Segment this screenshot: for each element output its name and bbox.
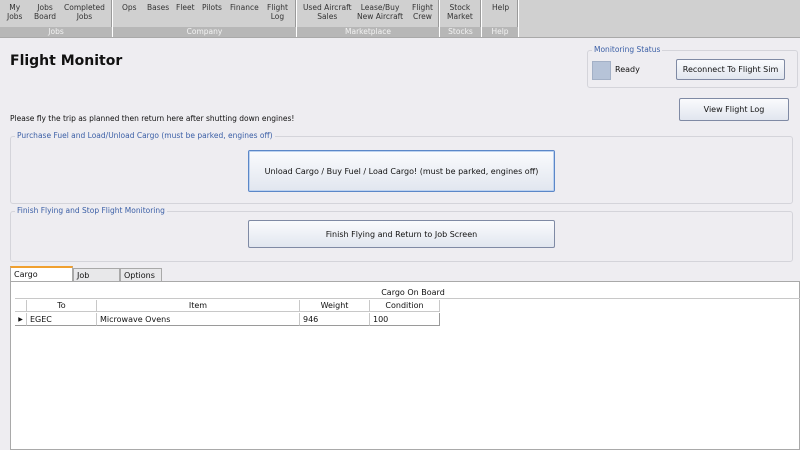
- fuel-cargo-group: Purchase Fuel and Load/Unload Cargo (mus…: [10, 131, 793, 204]
- completed-jobs-button[interactable]: Completed Jobs: [64, 3, 105, 21]
- finish-flying-legend: Finish Flying and Stop Flight Monitoring: [15, 206, 167, 215]
- finish-flying-group: Finish Flying and Stop Flight Monitoring…: [10, 206, 793, 262]
- status-indicator-icon: [592, 61, 611, 80]
- unload-buy-fuel-load-button[interactable]: Unload Cargo / Buy Fuel / Load Cargo! (m…: [248, 150, 555, 192]
- cell-to[interactable]: EGEC: [27, 313, 97, 326]
- tab-job-status[interactable]: Job Status: [73, 268, 120, 294]
- toolbar-group-marketplace: Used Aircraft Sales Lease/Buy New Aircra…: [297, 0, 440, 37]
- row-header-spacer: [15, 300, 27, 312]
- toolbar-group-caption: Company: [113, 27, 296, 37]
- stock-market-button[interactable]: Stock Market: [447, 3, 473, 21]
- jobs-board-button[interactable]: Jobs Board: [34, 3, 56, 21]
- tab-cargo-manifest[interactable]: Cargo Manifest: [10, 266, 73, 292]
- top-toolbar: My Jobs Jobs Board Completed Jobs Jobs O…: [0, 0, 800, 38]
- fleet-button[interactable]: Fleet: [176, 3, 195, 12]
- status-text: Ready: [615, 65, 640, 74]
- cell-weight[interactable]: 946: [300, 313, 370, 326]
- used-aircraft-sales-button[interactable]: Used Aircraft Sales: [303, 3, 352, 21]
- flight-log-button[interactable]: Flight Log: [267, 3, 288, 21]
- fuel-cargo-legend: Purchase Fuel and Load/Unload Cargo (mus…: [15, 131, 275, 140]
- cargo-manifest-panel: Cargo On Board To Item Weight Condition …: [10, 281, 800, 450]
- finish-flying-button[interactable]: Finish Flying and Return to Job Screen: [248, 220, 555, 248]
- monitoring-status-legend: Monitoring Status: [592, 45, 663, 54]
- column-header-condition[interactable]: Condition: [370, 300, 440, 312]
- toolbar-group-stocks: Stock Market Stocks: [440, 0, 482, 37]
- toolbar-group-caption: Marketplace: [297, 27, 439, 37]
- toolbar-group-caption: Stocks: [440, 27, 481, 37]
- page-title: Flight Monitor: [10, 53, 123, 69]
- toolbar-group-caption: Help: [482, 27, 518, 37]
- row-selector-arrow-icon[interactable]: ▶: [15, 313, 27, 326]
- reconnect-flight-sim-button[interactable]: Reconnect To Flight Sim: [676, 59, 785, 80]
- instruction-text: Please fly the trip as planned then retu…: [10, 114, 295, 123]
- view-flight-log-button[interactable]: View Flight Log: [679, 98, 789, 121]
- lease-buy-aircraft-button[interactable]: Lease/Buy New Aircraft: [357, 3, 403, 21]
- my-jobs-button[interactable]: My Jobs: [7, 3, 22, 21]
- column-header-item[interactable]: Item: [97, 300, 300, 312]
- toolbar-group-company: Ops Bases Fleet Pilots Finance Flight Lo…: [113, 0, 297, 37]
- toolbar-group-jobs: My Jobs Jobs Board Completed Jobs Jobs: [0, 0, 113, 37]
- finance-button[interactable]: Finance: [230, 3, 259, 12]
- tab-options[interactable]: Options: [120, 268, 162, 282]
- toolbar-group-caption: Jobs: [0, 27, 112, 37]
- help-button[interactable]: Help: [492, 3, 509, 12]
- cell-item[interactable]: Microwave Ovens: [97, 313, 300, 326]
- monitoring-status-group: Monitoring Status Ready Reconnect To Fli…: [587, 45, 798, 88]
- cargo-on-board-header: Cargo On Board: [381, 288, 445, 297]
- flight-crew-button[interactable]: Flight Crew: [412, 3, 433, 21]
- toolbar-group-help: Help Help: [482, 0, 519, 37]
- ops-button[interactable]: Ops: [122, 3, 137, 12]
- column-header-weight[interactable]: Weight: [300, 300, 370, 312]
- pilots-button[interactable]: Pilots: [202, 3, 222, 12]
- cell-condition[interactable]: 100: [370, 313, 440, 326]
- column-header-to[interactable]: To: [27, 300, 97, 312]
- bases-button[interactable]: Bases: [147, 3, 169, 12]
